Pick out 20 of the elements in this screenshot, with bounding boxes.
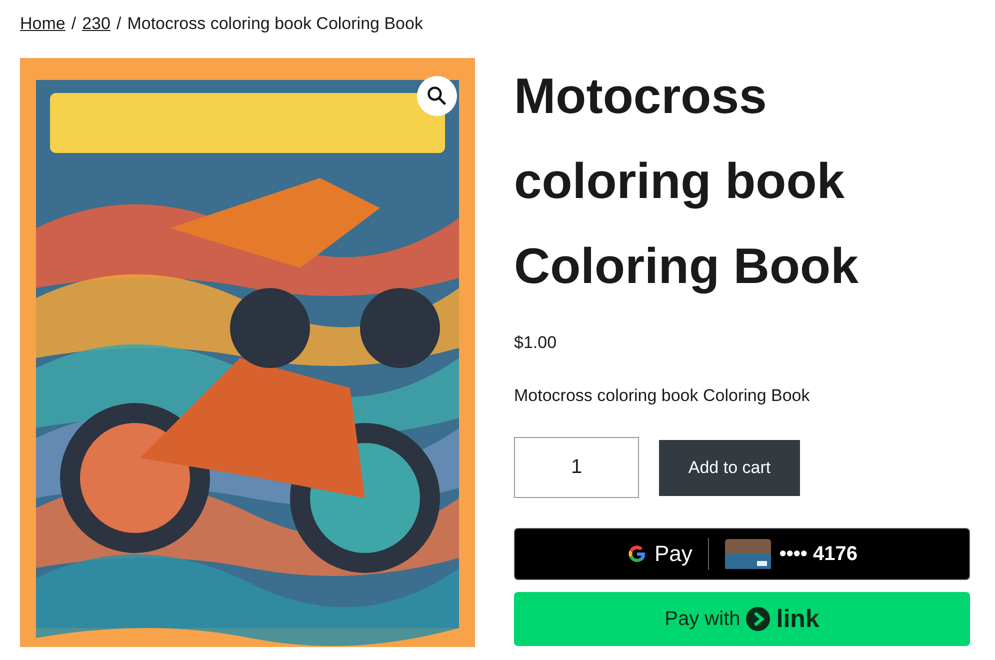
breadcrumb-current: Motocross coloring book Coloring Book	[127, 14, 423, 34]
pay-with-label: Pay with	[664, 608, 740, 630]
breadcrumb-link[interactable]: 230	[82, 14, 110, 34]
product-title: Motocross coloring book Coloring Book	[514, 67, 860, 296]
product-description: Motocross coloring book Coloring Book	[514, 386, 811, 406]
chevron-circle-icon	[746, 607, 770, 631]
pay-with-link-button[interactable]: Pay with link	[514, 592, 970, 646]
product-price: $1.00	[514, 333, 558, 353]
link-brand: link	[776, 604, 820, 634]
search-icon	[426, 85, 448, 107]
breadcrumb-separator: /	[116, 14, 122, 34]
google-pay-label: Pay	[654, 541, 692, 567]
card-icon	[725, 539, 772, 569]
quantity-field[interactable]: 1	[514, 437, 639, 498]
breadcrumb-separator: /	[71, 14, 76, 34]
card-number: •••• 4176	[779, 542, 858, 566]
google-pay-button[interactable]: Pay •••• 4176	[514, 528, 970, 580]
google-g-icon	[626, 544, 646, 564]
breadcrumb-link[interactable]: Home	[20, 14, 66, 34]
add-to-cart-button[interactable]: Add to cart	[659, 440, 800, 496]
